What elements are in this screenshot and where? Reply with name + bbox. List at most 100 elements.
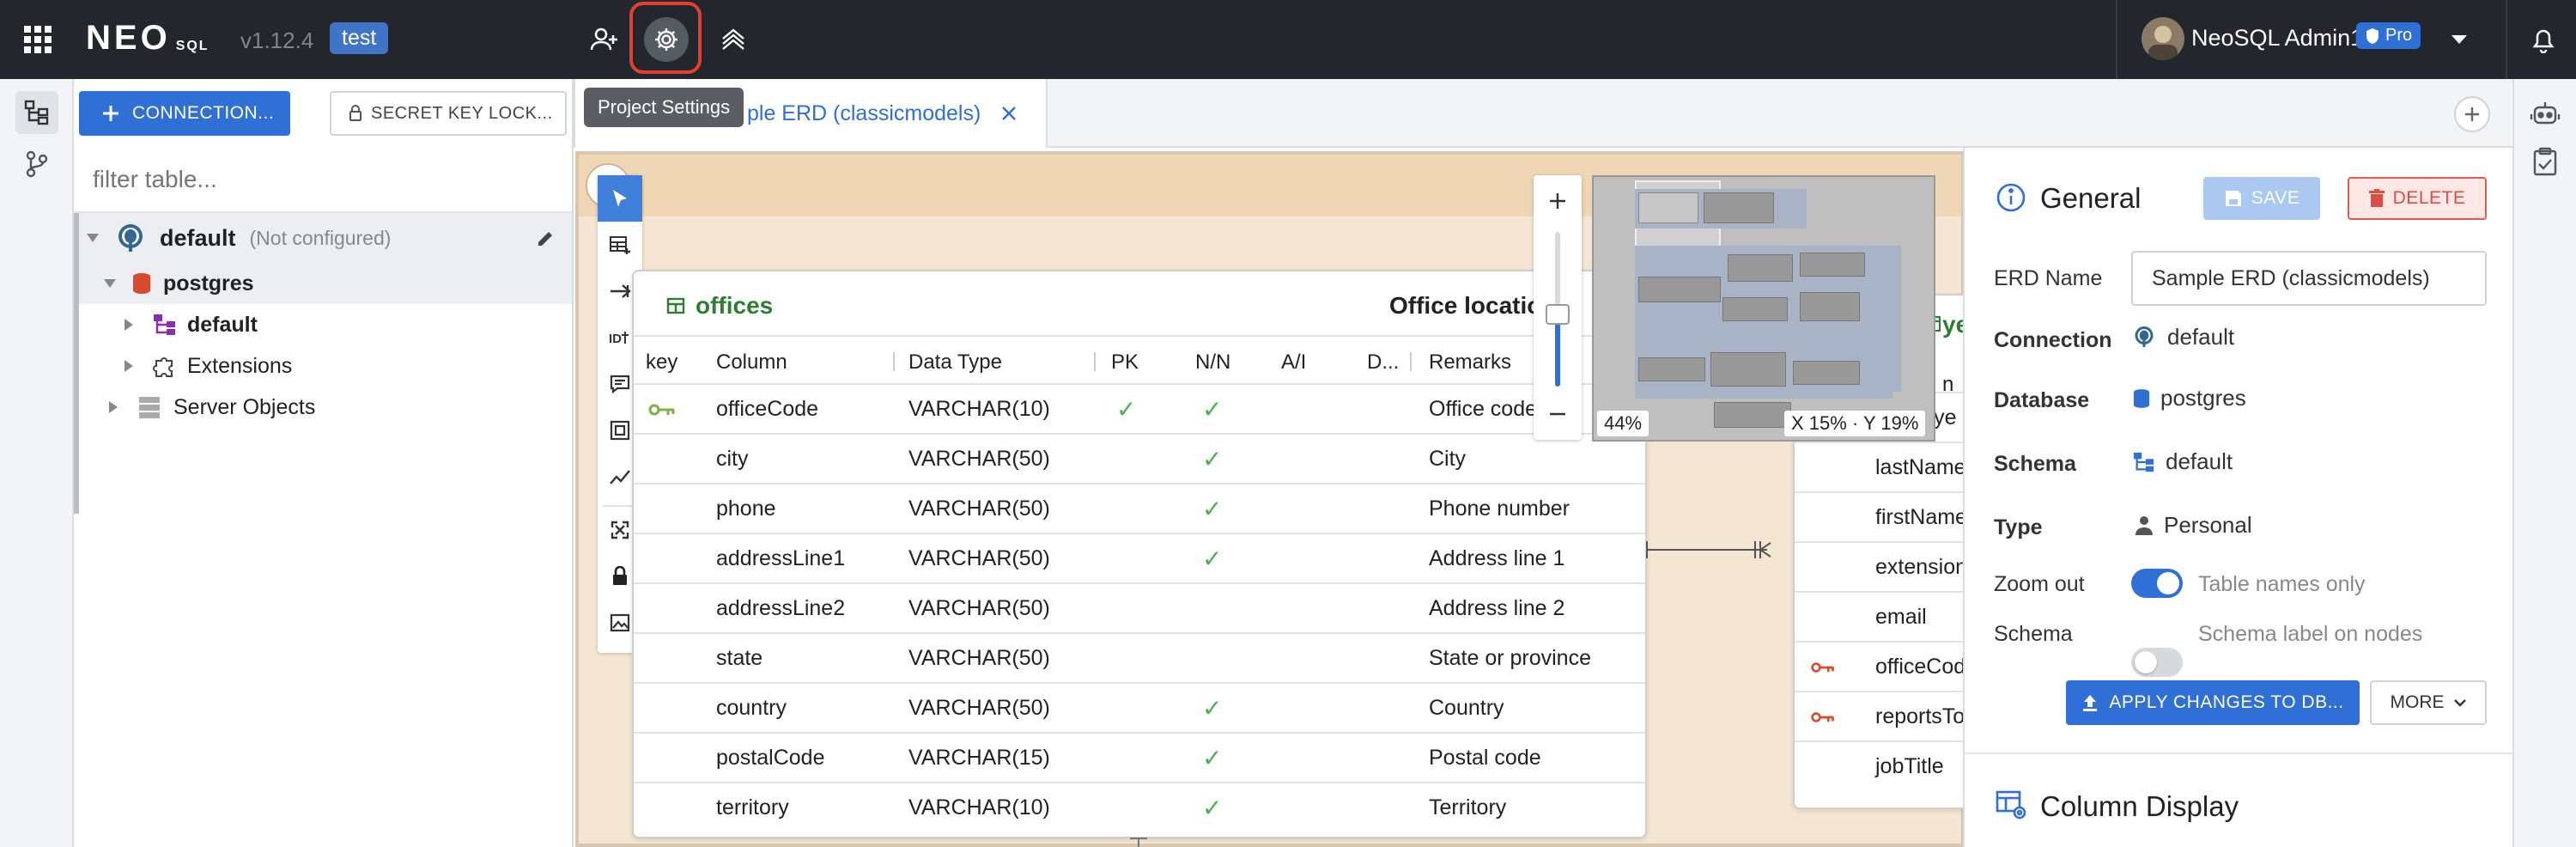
schema-value: default [2133, 448, 2233, 475]
app-logo: NEO SQL [86, 19, 210, 58]
table-row[interactable]: addressLine2 VARCHAR(50) Address line 2 [634, 582, 1645, 632]
apps-grid-icon[interactable] [19, 21, 57, 58]
table-row[interactable]: email [1795, 591, 1980, 641]
table-row[interactable]: lastName [1795, 442, 1980, 491]
lock-icon [349, 105, 361, 121]
col-header-default: D... [1367, 350, 1400, 374]
more-button[interactable]: MORE [2370, 680, 2487, 725]
table-name: offices [696, 292, 774, 319]
apply-changes-button[interactable]: APPLY CHANGES TO DB... [2066, 680, 2360, 725]
table-row[interactable]: postalCode VARCHAR(15) ✓ Postal code [634, 732, 1645, 782]
nn-check-icon: ✓ [1202, 445, 1223, 472]
minimap-node [1714, 402, 1791, 428]
tree-connection-default[interactable]: default (Not configured) [74, 213, 572, 263]
table-offices[interactable]: offices Office locatio key Column Data T… [632, 270, 1647, 838]
table-row[interactable]: country VARCHAR(50) ✓ Country [634, 682, 1645, 732]
table-row[interactable]: phone VARCHAR(50) ✓ Phone number [634, 483, 1645, 533]
tree-database-postgres[interactable]: postgres [74, 263, 572, 304]
erd-canvas[interactable]: ID offices Office locatio key Column Dat… [575, 151, 1983, 847]
table-row[interactable]: officeCode VARCHAR(10) ✓ ✓ Office code [634, 383, 1645, 433]
tree-server-objects[interactable]: Server Objects [74, 387, 572, 428]
col-header-pk: PK [1111, 350, 1139, 374]
tab-label: ple ERD (classicmodels) [747, 101, 981, 125]
expand-caret-icon[interactable] [103, 278, 117, 289]
tree-extensions[interactable]: Extensions [74, 345, 572, 387]
column-name: jobTitle [1875, 753, 1944, 778]
zoom-in-icon[interactable] [1537, 180, 1578, 222]
col-divider [893, 352, 895, 371]
git-branch-icon[interactable] [15, 143, 58, 186]
notifications-bell-icon[interactable] [2526, 21, 2561, 58]
collapsed-caret-icon[interactable] [108, 400, 118, 414]
relationship-line [1646, 541, 1771, 558]
database-text: postgres [2160, 385, 2246, 411]
database-value: postgres [2133, 385, 2246, 411]
primary-key-icon [648, 404, 675, 416]
column-remarks: Territory [1429, 795, 1507, 820]
sidebar: CONNECTION... SECRET KEY LOCK... default… [74, 79, 574, 847]
relation-anchor [1130, 838, 1147, 847]
table-row[interactable]: officeCod [1795, 641, 1980, 691]
filter-table-input[interactable] [93, 160, 556, 199]
close-icon[interactable] [1001, 106, 1017, 121]
nn-check-icon: ✓ [1202, 744, 1223, 771]
column-type: VARCHAR(50) [908, 496, 1050, 521]
tree-view-icon[interactable] [15, 91, 58, 134]
apply-label: APPLY CHANGES TO DB... [2109, 692, 2344, 712]
schema-label-toggle[interactable] [2131, 648, 2183, 677]
column-remarks: Phone number [1429, 496, 1571, 521]
secret-key-lock-button[interactable]: SECRET KEY LOCK... [330, 91, 567, 136]
table-row[interactable]: extension [1795, 541, 1980, 591]
svg-text:ID: ID [609, 332, 622, 346]
pk-check-icon: ✓ [1116, 395, 1137, 423]
schema-toggle-label: Schema [1994, 622, 2073, 646]
delete-button[interactable]: DELETE [2348, 177, 2487, 220]
properties-panel: General SAVE DELETE ERD Name Sample ERD … [1963, 148, 2512, 847]
zoom-out-icon[interactable] [1537, 393, 1578, 435]
clipboard-check-icon[interactable] [2526, 143, 2564, 180]
collapsed-caret-icon[interactable] [124, 359, 134, 373]
zoom-out-toggle[interactable] [2131, 569, 2183, 598]
pointer-tool-icon[interactable] [598, 175, 642, 222]
expand-caret-icon[interactable] [86, 233, 100, 243]
right-rail [2512, 79, 2576, 847]
table-comment: Office locatio [1389, 292, 1542, 319]
table-row[interactable]: addressLine1 VARCHAR(50) ✓ Address line 1 [634, 533, 1645, 582]
add-connection-button[interactable]: CONNECTION... [79, 91, 290, 136]
table-row[interactable]: reportsTo [1795, 691, 1980, 740]
erd-name-input[interactable]: Sample ERD (classicmodels) [2131, 251, 2487, 306]
zoom-slider-thumb[interactable] [1546, 304, 1570, 325]
column-display-icon [1996, 790, 2026, 820]
table-row[interactable]: firstName [1795, 491, 1980, 541]
user-name[interactable]: NeoSQL Admin1 [2191, 25, 2363, 52]
minimap-node [1722, 297, 1788, 321]
table-row[interactable]: state VARCHAR(50) State or province [634, 632, 1645, 682]
tree-schema-default[interactable]: default [74, 304, 572, 345]
add-table-icon[interactable] [598, 222, 642, 268]
user-avatar[interactable] [2142, 17, 2184, 60]
settings-gear-icon[interactable] [644, 17, 689, 62]
edit-pencil-icon[interactable] [536, 228, 556, 248]
col-header-remarks: Remarks [1429, 350, 1512, 374]
minimap[interactable]: 44% X 15% · Y 19% [1592, 175, 1935, 442]
table-row[interactable]: territory VARCHAR(10) ✓ Territory [634, 782, 1645, 832]
minimap-node [1793, 361, 1860, 385]
table-row[interactable]: city VARCHAR(50) ✓ City [634, 433, 1645, 483]
column-name: extension [1875, 554, 1968, 579]
save-button[interactable]: SAVE [2203, 177, 2320, 220]
robot-assistant-icon[interactable] [2526, 94, 2564, 132]
column-name: addressLine2 [716, 595, 846, 620]
tree-root-status: (Not configured) [249, 226, 392, 249]
tooltip-text: Project Settings [598, 96, 731, 118]
user-management-icon[interactable] [584, 19, 625, 60]
table-row[interactable]: jobTitle [1795, 740, 1980, 790]
layers-icon[interactable] [713, 19, 754, 60]
plus-icon [103, 106, 118, 121]
zoom-out-toggle-label: Table names only [2198, 572, 2366, 596]
new-tab-plus-icon[interactable] [2454, 96, 2490, 132]
user-menu-chevron-icon[interactable] [2445, 26, 2473, 53]
column-remarks: Address line 2 [1429, 595, 1565, 620]
schema-icon [154, 314, 175, 335]
collapsed-caret-icon[interactable] [124, 318, 134, 332]
minimap-node [1638, 357, 1705, 381]
